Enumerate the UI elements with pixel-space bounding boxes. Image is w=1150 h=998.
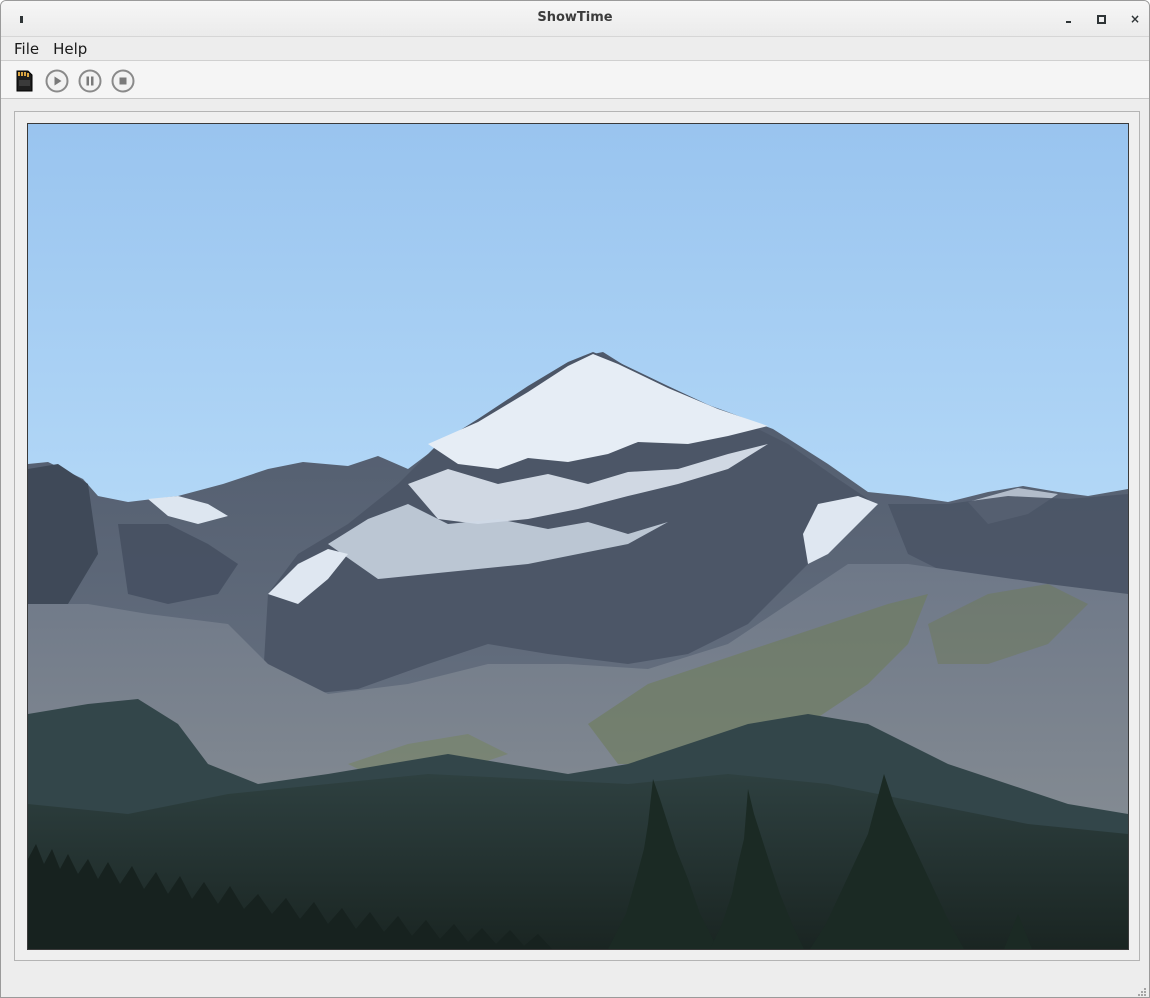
resize-grip-icon[interactable]: [1135, 985, 1147, 997]
play-button[interactable]: [44, 68, 70, 94]
sd-card-icon: [16, 70, 33, 92]
stop-icon: [111, 69, 135, 93]
image-frame: [14, 111, 1140, 961]
minimize-icon[interactable]: [1060, 11, 1076, 27]
title-bar[interactable]: ShowTime: [1, 1, 1149, 37]
stop-button[interactable]: [110, 68, 136, 94]
menu-bar: File Help: [1, 37, 1149, 61]
pause-button[interactable]: [77, 68, 103, 94]
image-viewer[interactable]: [27, 123, 1129, 950]
close-icon[interactable]: [1127, 11, 1143, 27]
menu-file[interactable]: File: [7, 38, 46, 60]
play-icon: [45, 69, 69, 93]
window-title: ShowTime: [537, 10, 613, 25]
open-card-button[interactable]: [11, 68, 37, 94]
content-area: [1, 99, 1149, 997]
app-window: ShowTime File Help: [0, 0, 1150, 998]
maximize-icon[interactable]: [1093, 11, 1109, 27]
mountain-landscape-photo: [28, 124, 1128, 949]
toolbar: [1, 61, 1149, 99]
pause-icon: [78, 69, 102, 93]
menu-help[interactable]: Help: [46, 38, 94, 60]
